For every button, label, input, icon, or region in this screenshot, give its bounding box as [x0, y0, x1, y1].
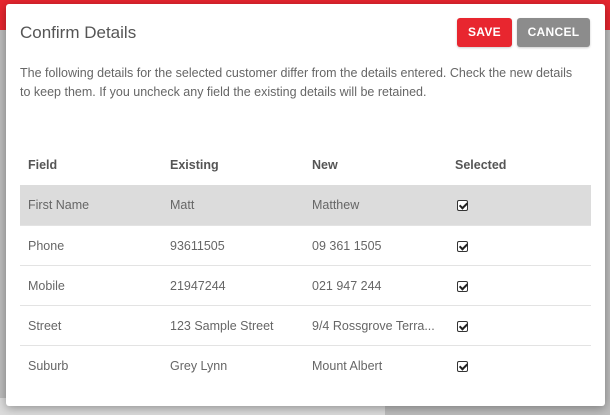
- new-value: Mount Albert: [312, 358, 383, 373]
- field-name: Phone: [28, 238, 65, 253]
- table-row: Street 123 Sample Street 9/4 Rossgrove T…: [20, 305, 591, 345]
- save-button[interactable]: SAVE: [457, 18, 512, 47]
- new-value: 021 947 244: [312, 278, 382, 293]
- field-name: Street: [28, 318, 62, 333]
- table-row: First Name Matt Matthew: [20, 185, 591, 225]
- select-checkbox[interactable]: [457, 200, 468, 212]
- existing-value: Grey Lynn: [170, 358, 228, 373]
- table-row: Phone 93611505 09 361 1505: [20, 225, 591, 265]
- select-checkbox[interactable]: [457, 360, 468, 372]
- select-checkbox[interactable]: [457, 240, 468, 252]
- select-checkbox[interactable]: [457, 320, 468, 332]
- field-name: Mobile: [28, 278, 65, 293]
- new-value: 9/4 Rossgrove Terra...: [312, 318, 435, 333]
- existing-value: Matt: [170, 198, 195, 212]
- field-name: Suburb: [28, 358, 69, 373]
- table-row: Suburb Grey Lynn Mount Albert: [20, 345, 591, 385]
- existing-value: 21947244: [170, 278, 226, 293]
- existing-value: 123 Sample Street: [170, 318, 274, 333]
- table-row: Mobile 21947244 021 947 244: [20, 265, 591, 305]
- column-header-field: Field: [28, 158, 58, 172]
- select-checkbox[interactable]: [457, 280, 468, 292]
- column-header-new: New: [312, 158, 338, 172]
- table-header: Field Existing New Selected: [20, 145, 591, 185]
- details-table: Field Existing New Selected First Name M…: [20, 145, 591, 385]
- existing-value: 93611505: [170, 238, 225, 253]
- new-value: Matthew: [312, 198, 360, 212]
- dialog-description: The following details for the selected c…: [20, 66, 573, 99]
- field-name: First Name: [28, 198, 90, 212]
- dialog-title: Confirm Details: [20, 23, 137, 42]
- confirm-details-dialog: Confirm Details SAVE CANCEL The followin…: [6, 4, 605, 406]
- column-header-selected: Selected: [455, 158, 507, 172]
- column-header-existing: Existing: [170, 158, 219, 172]
- new-value: 09 361 1505: [312, 238, 382, 253]
- cancel-button[interactable]: CANCEL: [517, 18, 590, 47]
